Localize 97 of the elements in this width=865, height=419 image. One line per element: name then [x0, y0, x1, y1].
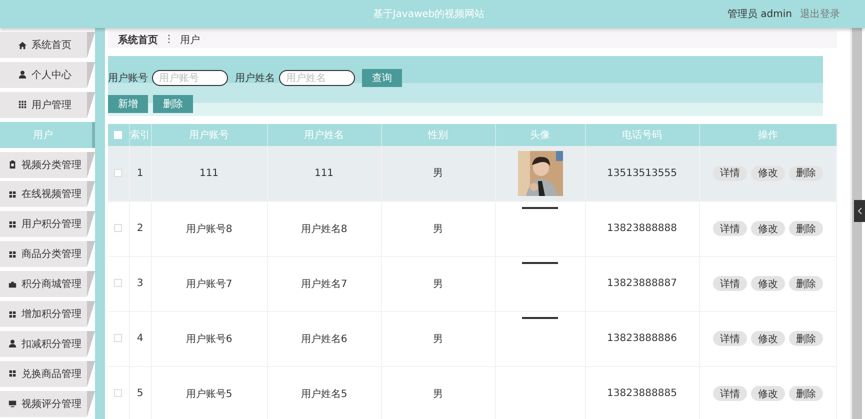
row-action-button[interactable]: 修改	[750, 276, 785, 291]
monitor-icon	[8, 399, 16, 408]
table-row[interactable]: 5 用户账号5 用户姓名5 男 13823888885 详情 修改 删除	[108, 366, 836, 419]
four-squares-icon	[8, 310, 16, 319]
sidebar-item[interactable]: 扣减积分管理	[0, 330, 95, 357]
scrollbar[interactable]	[850, 28, 862, 419]
row-checkbox[interactable]	[114, 169, 122, 178]
row-action-button[interactable]: 修改	[750, 221, 785, 236]
table-cell: 男	[381, 201, 495, 256]
column-header: 操作	[699, 124, 836, 146]
table-cell: 13823888888	[585, 201, 699, 256]
chevron-left-icon	[856, 206, 862, 216]
row-action-button[interactable]: 详情	[712, 221, 747, 236]
table-cell: 用户账号5	[151, 366, 267, 419]
sidebar-item[interactable]: 增加积分管理	[0, 301, 95, 328]
admin-label: 管理员 admin	[727, 8, 792, 21]
row-action-button[interactable]: 删除	[788, 386, 823, 401]
table-cell: 111	[151, 146, 267, 201]
column-header: 性别	[381, 124, 495, 146]
home-icon	[18, 40, 26, 50]
row-checkbox[interactable]	[114, 389, 122, 398]
sidebar-item[interactable]: 在线视频管理	[0, 181, 95, 208]
row-action-button[interactable]: 删除	[788, 166, 823, 181]
sidebar-item[interactable]: 用户管理	[0, 92, 95, 118]
field-label: 用户姓名	[235, 72, 275, 85]
row-action-button[interactable]: 详情	[712, 331, 747, 346]
image-strip	[522, 262, 558, 264]
table-row[interactable]: 2 用户账号8 用户姓名8 男 13823888888 详情 修改 删除	[108, 201, 836, 256]
table-cell: 3	[129, 256, 151, 311]
grid-icon	[18, 100, 26, 110]
table-cell: 13823888886	[585, 311, 699, 366]
table-cell: 用户姓名6	[267, 311, 381, 366]
column-header: 电话号码	[585, 124, 699, 146]
table-cell: 13513513555	[585, 146, 699, 201]
row-action-button[interactable]: 删除	[788, 331, 823, 346]
table-cell: 13823888885	[585, 366, 699, 419]
table-cell: 用户姓名5	[267, 366, 381, 419]
collapse-tab[interactable]	[854, 200, 865, 222]
table-cell: 用户账号8	[151, 201, 267, 256]
table-cell: 4	[129, 311, 151, 366]
table-cell: 2	[129, 201, 151, 256]
image-strip	[522, 206, 558, 208]
four-squares-icon	[8, 250, 16, 259]
table-cell: 13823888887	[585, 256, 699, 311]
search-field[interactable]: 用户姓名	[279, 70, 355, 86]
row-checkbox[interactable]	[114, 224, 122, 232]
row-action-button[interactable]: 修改	[750, 166, 785, 181]
image-strip	[522, 316, 558, 318]
field-label: 用户账号	[108, 72, 148, 85]
table-cell: 用户账号6	[151, 311, 267, 366]
table-cell: 111	[267, 146, 381, 201]
four-squares-icon	[8, 190, 16, 199]
table-cell: 用户姓名7	[267, 256, 381, 311]
row-action-button[interactable]: 详情	[712, 276, 747, 291]
site-title: 基于Javaweb的视频网站	[372, 8, 486, 21]
select-all-checkbox[interactable]	[114, 130, 122, 139]
table-row[interactable]: 3 用户账号7 用户姓名7 男 13823888887 详情 修改 删除	[108, 256, 836, 311]
row-action-button[interactable]: 修改	[750, 331, 785, 346]
table-row[interactable]: 4 用户账号6 用户姓名6 男 13823888886 详情 修改 删除	[108, 311, 836, 366]
column-header: 头像	[495, 124, 585, 146]
search-field[interactable]: 用户账号	[152, 70, 228, 86]
person-icon	[18, 70, 26, 80]
row-checkbox[interactable]	[114, 334, 122, 342]
table-cell: 用户账号7	[151, 256, 267, 311]
breadcrumb-separator: ⋮	[164, 34, 174, 45]
column-header: 索引	[129, 124, 151, 146]
table-cell: 1	[129, 146, 151, 201]
sidebar-item[interactable]: 个人中心	[0, 62, 95, 88]
sidebar-item[interactable]: 兑换商品管理	[0, 360, 95, 387]
table-cell: 用户姓名8	[267, 201, 381, 256]
four-squares-icon	[8, 369, 16, 378]
sidebar-item[interactable]: 商品分类管理	[0, 241, 95, 268]
table-cell: 男	[381, 146, 495, 201]
breadcrumb-link[interactable]: 系统首页	[118, 32, 158, 46]
four-squares-icon	[8, 220, 16, 229]
briefcase-icon	[8, 280, 16, 289]
row-action-button[interactable]: 删除	[788, 276, 823, 291]
row-checkbox[interactable]	[114, 279, 122, 288]
person-icon	[8, 339, 16, 348]
row-action-button[interactable]: 修改	[750, 386, 785, 401]
table-cell: 5	[129, 366, 151, 419]
sidebar-item[interactable]: 用户积分管理	[0, 211, 95, 238]
clipboard-icon	[8, 160, 16, 170]
table-row[interactable]: 1 111 111 男 13513513555 详情 修改 删除	[108, 146, 836, 201]
sidebar-item[interactable]: 积分商城管理	[0, 271, 95, 298]
table-cell: 男	[381, 366, 495, 419]
breadcrumb-current: 用户	[180, 34, 200, 46]
row-action-button[interactable]: 详情	[712, 386, 747, 401]
column-header: 用户姓名	[267, 124, 381, 146]
sidebar-item[interactable]: 系统首页	[0, 32, 95, 58]
table-cell: 男	[381, 311, 495, 366]
sidebar-item[interactable]: 视频分类管理	[0, 152, 95, 178]
row-action-button[interactable]: 删除	[788, 221, 823, 236]
table-cell: 男	[381, 256, 495, 311]
sidebar-item[interactable]: 视频评分管理	[0, 390, 95, 417]
column-header: 用户账号	[151, 124, 267, 146]
row-action-button[interactable]: 详情	[712, 166, 747, 181]
